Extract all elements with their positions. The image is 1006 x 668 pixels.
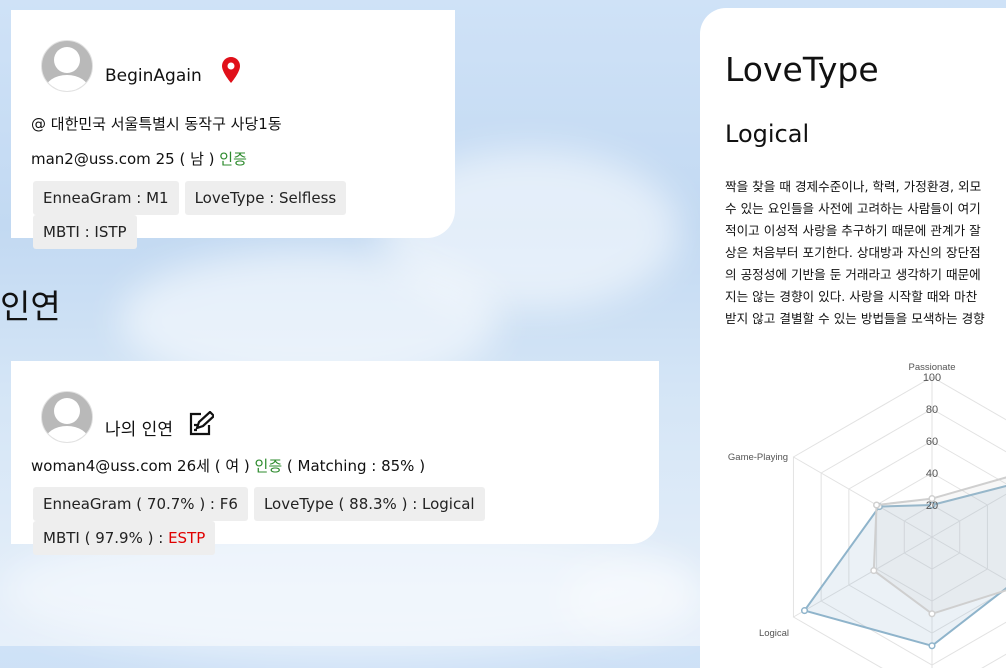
my-profile-card: BeginAgain @ 대한민국 서울특별시 동작구 사당1동 man2@us… [11, 10, 455, 249]
avatar [41, 391, 93, 443]
description-line: 수 있는 요인들을 사전에 고려하는 사람들이 여기 [725, 201, 981, 216]
tag-mbti: MBTI : ISTP [33, 215, 137, 249]
radar-tick-label: 40 [926, 468, 938, 480]
radar-tick-label: 80 [926, 404, 938, 416]
radar-data-point [800, 607, 809, 615]
radar-data-point [928, 610, 936, 618]
radar-axis-label: Logical [759, 628, 789, 639]
lovetype-radar-chart: 20 40 60 80 100Passionate Logical Game-Playing [728, 362, 1006, 668]
profile-info: man2@uss.com 25 ( 남 ) 인증 [31, 148, 247, 169]
radar-tick-label: 100 [923, 372, 941, 384]
age: 26세 [177, 457, 210, 475]
tag-enneagram: EnneaGram : M1 [33, 181, 179, 215]
tag-list: EnneaGram : M1 LoveType : Selfless MBTI : … [33, 181, 455, 249]
lovetype-panel: LoveType Logical 짝을 찾을 때 경제수준이나, 학력, 가정환… [700, 8, 1006, 668]
username: BeginAgain [105, 66, 202, 86]
location-pin-icon[interactable] [221, 57, 240, 87]
panel-subtitle: Logical [725, 120, 810, 148]
tag-lovetype: LoveType ( 88.3% ) : Logical [253, 487, 485, 521]
panel-title: LoveType [725, 50, 879, 89]
lovetype-description: 짝을 찾을 때 경제수준이나, 학력, 가정환경, 외모 수 있는 요인들을 사… [725, 176, 1006, 330]
match-name: 나의 인연 [105, 419, 173, 440]
tag-lovetype: LoveType : Selfless [184, 181, 347, 215]
section-title: 인연 [0, 287, 61, 326]
verified-label: 인증 [254, 457, 283, 475]
gender: ( 남 ) [179, 150, 215, 168]
radar-axis-label: Passionate [908, 362, 955, 373]
description-line: 적이고 이성적 사랑을 추구하기 때문에 관계가 잘 [725, 223, 981, 238]
match-info: woman4@uss.com 26세 ( 여 ) 인증 ( Matching :… [31, 455, 425, 476]
age: 25 [155, 150, 175, 168]
verified-label: 인증 [219, 150, 247, 168]
avatar [41, 40, 93, 92]
radar-tick-label: 20 [926, 500, 938, 512]
description-line: 받지 않고 결별할 수 있는 방법들을 모색하는 경향 [725, 311, 985, 326]
gender: ( 여 ) [214, 457, 250, 475]
description-line: 짝을 찾을 때 경제수준이나, 학력, 가정환경, 외모 [725, 179, 982, 194]
tag-list: EnneaGram ( 70.7% ) : F6 LoveType ( 88.3%… [33, 487, 659, 555]
tag-enneagram: EnneaGram ( 70.7% ) : F6 [33, 487, 248, 521]
radar-axis-label: Game-Playing [728, 452, 788, 463]
description-line: 의 공정성에 기반을 둔 거래라고 생각하기 때문에 [725, 267, 981, 282]
radar-data-point [870, 567, 878, 575]
match-card[interactable]: 나의 인연 woman4@uss.com 26세 ( 여 ) 인증 ( Matc… [11, 361, 659, 555]
email: man2@uss.com [31, 150, 151, 168]
description-line: 상은 처음부터 포기한다. 상대방과 자신의 장단점 [725, 245, 981, 260]
matching-score: ( Matching : 85% ) [286, 457, 426, 475]
radar-tick-label: 60 [926, 436, 938, 448]
tag-mbti: MBTI ( 97.9% ) : ESTP [33, 521, 216, 555]
email: woman4@uss.com [31, 457, 173, 475]
location-text: @ 대한민국 서울특별시 동작구 사당1동 [31, 115, 282, 133]
mbti-type-highlight: ESTP [168, 529, 206, 547]
description-line: 지는 않는 경향이 있다. 사랑을 시작할 때와 마찬 [725, 289, 978, 304]
edit-icon[interactable] [188, 410, 216, 441]
radar-data-point [873, 501, 881, 509]
